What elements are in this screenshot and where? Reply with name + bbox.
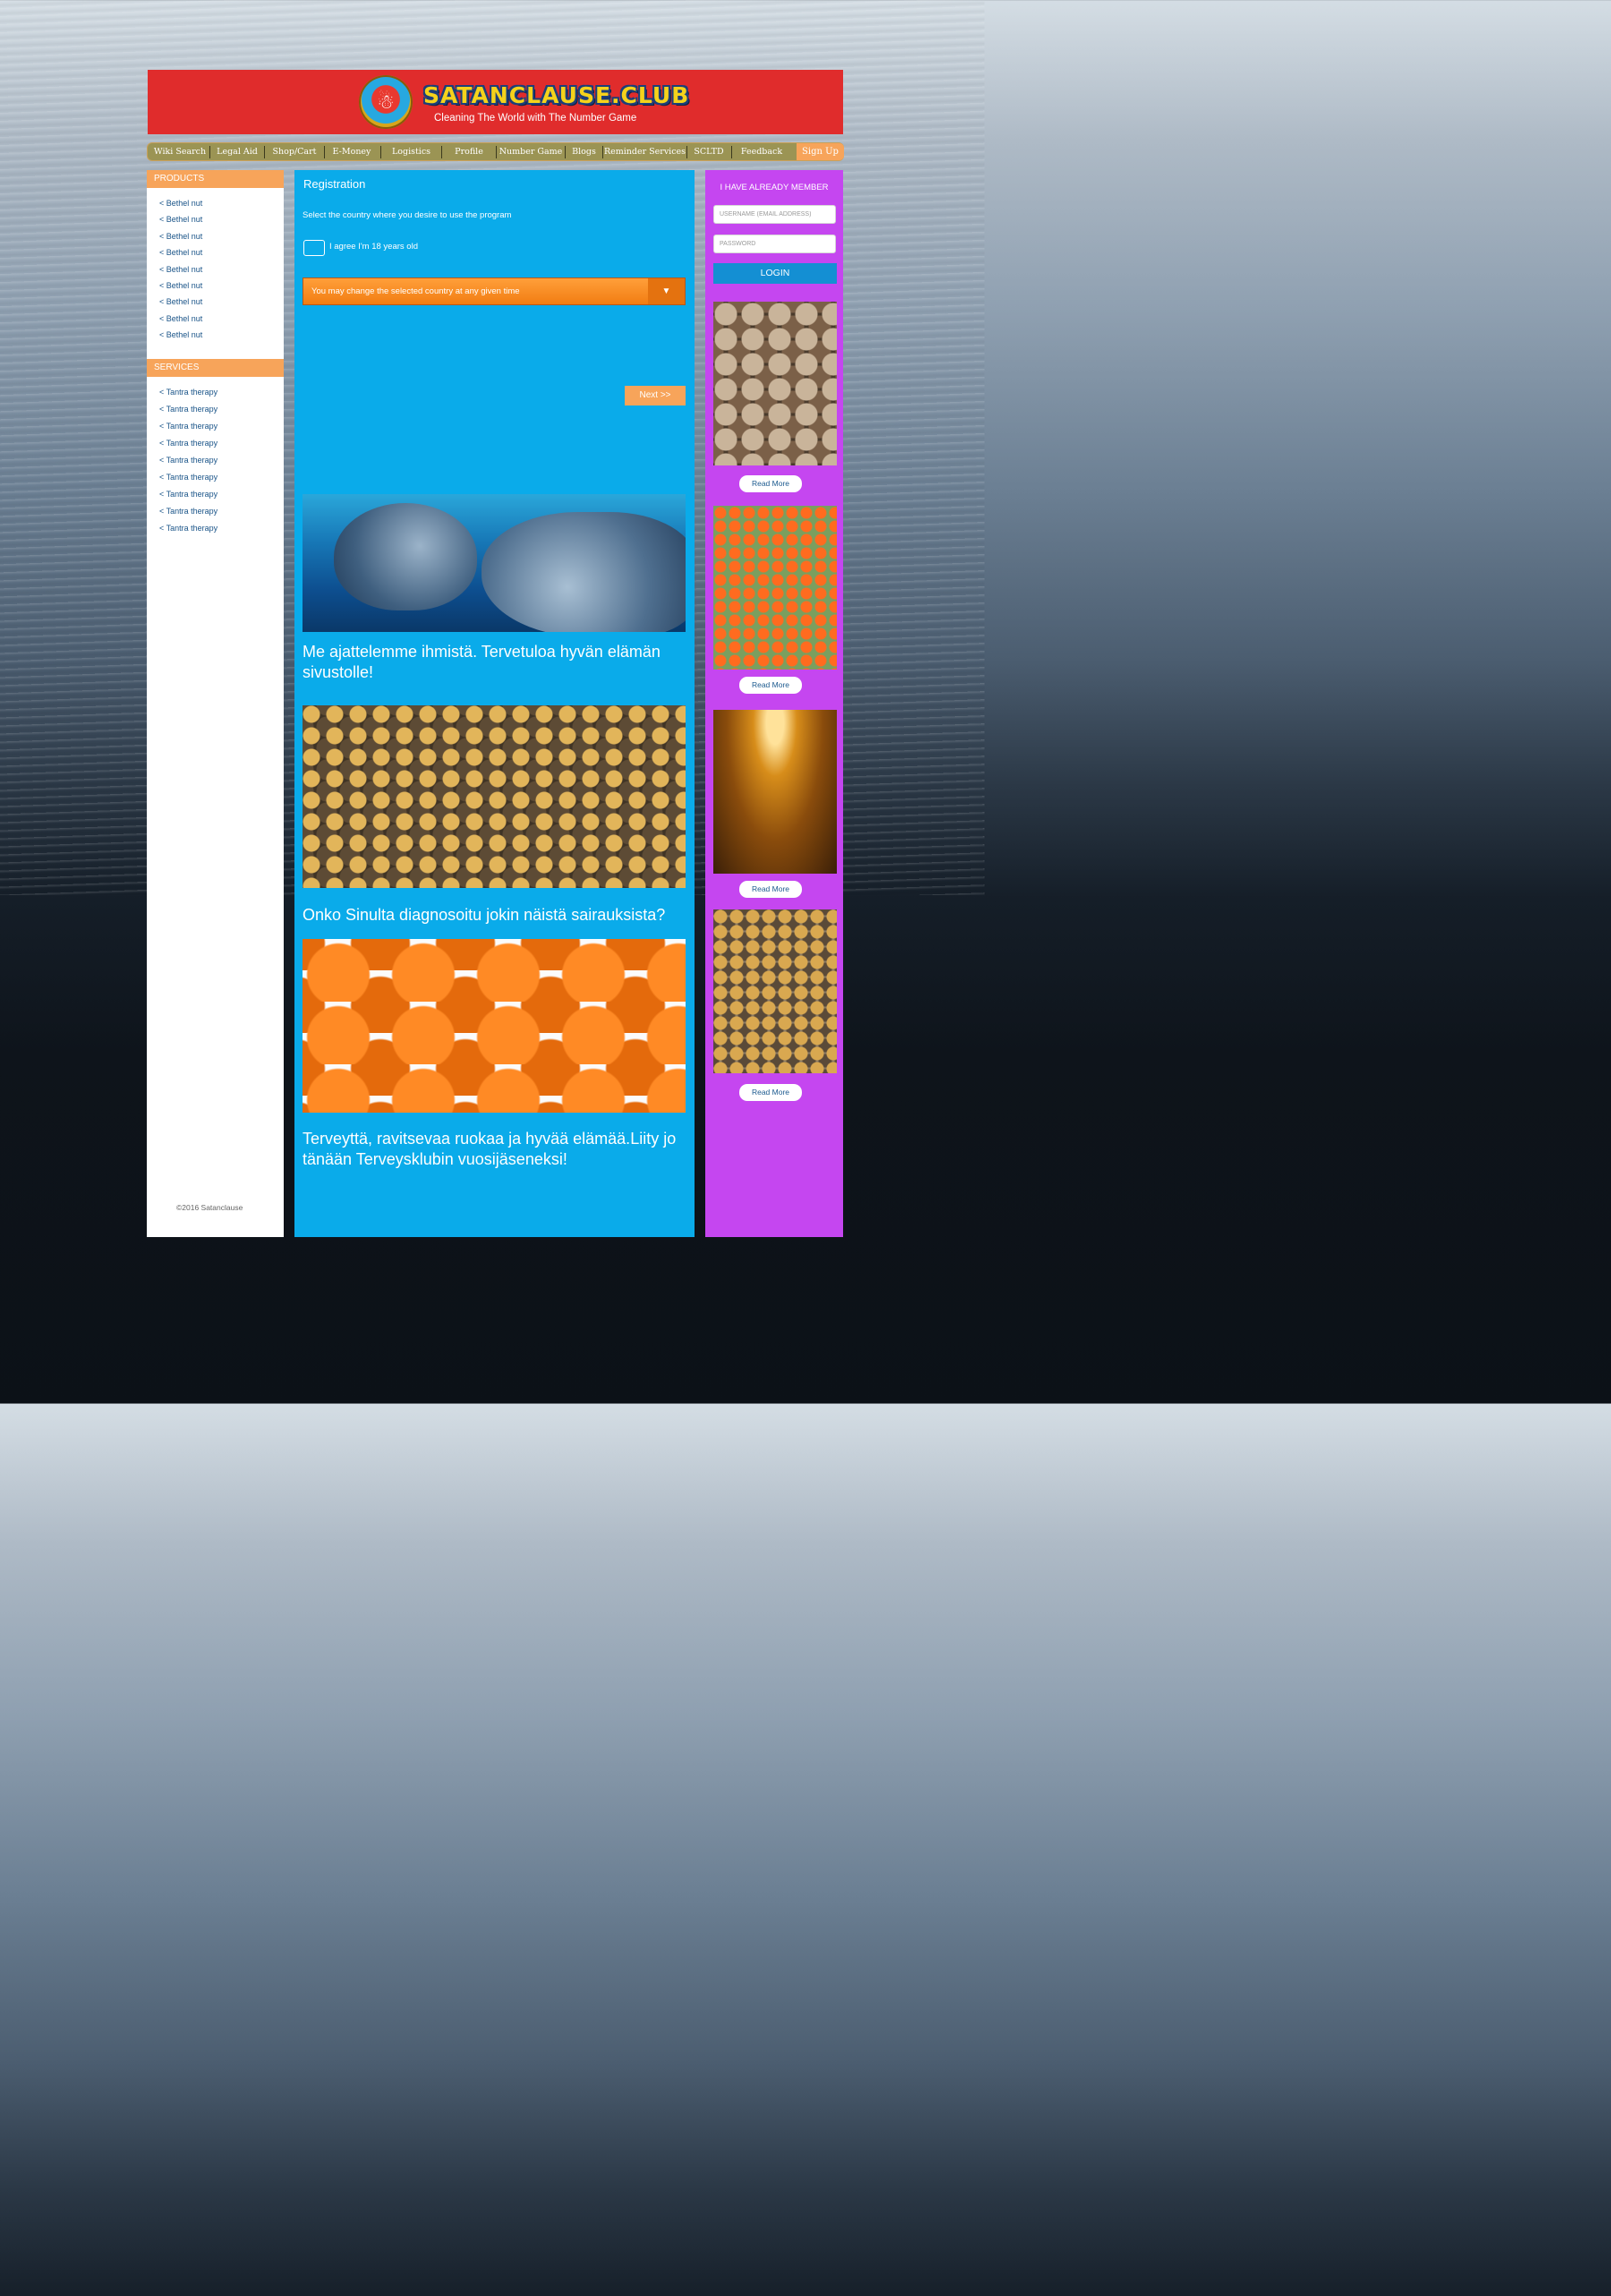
service-link[interactable]: < Tantra therapy <box>159 435 217 452</box>
promo-image-nuts-pile[interactable] <box>713 909 837 1073</box>
left-sidebar: PRODUCTS < Bethel nut < Bethel nut < Bet… <box>147 170 284 1237</box>
main-content: Registration Select the country where yo… <box>294 170 695 1237</box>
country-select-value: You may change the selected country at a… <box>311 286 520 296</box>
signup-button[interactable]: Sign Up <box>797 143 844 160</box>
login-title: I HAVE ALREADY MEMBER <box>720 183 829 192</box>
copyright: ©2016 Satanclause <box>176 1203 243 1212</box>
nav-item-number-game[interactable]: Number Game <box>497 143 565 160</box>
service-link[interactable]: < Tantra therapy <box>159 486 217 503</box>
nav-item-blogs[interactable]: Blogs <box>566 143 602 160</box>
promo-image-nuts[interactable] <box>713 302 837 465</box>
betel-nuts-image <box>303 705 686 888</box>
products-heading: PRODUCTS <box>147 170 284 188</box>
nav-item-feedback[interactable]: Feedback <box>732 143 791 160</box>
read-more-button[interactable]: Read More <box>739 1084 802 1101</box>
article-heading: Terveyttä, ravitsevaa ruokaa ja hyvää el… <box>303 1130 677 1168</box>
services-heading: SERVICES <box>147 359 284 377</box>
service-link[interactable]: < Tantra therapy <box>159 452 217 469</box>
product-link[interactable]: < Bethel nut <box>159 228 202 244</box>
product-link[interactable]: < Bethel nut <box>159 211 202 227</box>
service-link[interactable]: < Tantra therapy <box>159 503 217 520</box>
product-link[interactable]: < Bethel nut <box>159 277 202 294</box>
service-link[interactable]: < Tantra therapy <box>159 520 217 537</box>
read-more-button[interactable]: Read More <box>739 475 802 492</box>
read-more-button[interactable]: Read More <box>739 881 802 898</box>
products-list: < Bethel nut < Bethel nut < Bethel nut <… <box>159 195 202 344</box>
product-link[interactable]: < Bethel nut <box>159 195 202 211</box>
service-link[interactable]: < Tantra therapy <box>159 469 217 486</box>
service-link[interactable]: < Tantra therapy <box>159 401 217 418</box>
registration-title: Registration <box>303 177 366 191</box>
username-input[interactable] <box>713 205 836 224</box>
nav-item-legal-aid[interactable]: Legal Aid <box>210 143 264 160</box>
service-link[interactable]: < Tantra therapy <box>159 384 217 401</box>
product-link[interactable]: < Bethel nut <box>159 294 202 310</box>
next-button[interactable]: Next >> <box>625 386 686 405</box>
product-link[interactable]: < Bethel nut <box>159 327 202 343</box>
site-header: ☃ SATANCLAUSE.CLUB Cleaning The World wi… <box>148 70 843 134</box>
product-link[interactable]: < Bethel nut <box>159 244 202 260</box>
login-button[interactable]: LOGIN <box>713 263 837 284</box>
article-heading: Me ajattelemme ihmistä. Tervetuloa hyvän… <box>303 643 661 681</box>
password-input[interactable] <box>713 235 836 253</box>
age-checkbox-label: I agree I'm 18 years old <box>329 242 418 252</box>
article-heading: Onko Sinulta diagnosoitu jokin näistä sa… <box>303 906 666 924</box>
logo-badge[interactable]: ☃ <box>359 75 413 129</box>
country-select[interactable]: You may change the selected country at a… <box>303 277 686 305</box>
nav-item-profile[interactable]: Profile <box>442 143 496 160</box>
age-checkbox[interactable] <box>303 240 325 256</box>
services-list: < Tantra therapy < Tantra therapy < Tant… <box>159 384 217 537</box>
betel-fruits-image <box>303 939 686 1113</box>
dolphin-shape <box>482 512 686 632</box>
logo-icon: ☃ <box>377 90 395 113</box>
site-tagline: Cleaning The World with The Number Game <box>434 113 637 124</box>
nav-item-e-money[interactable]: E-Money <box>325 143 379 160</box>
site-logo-title[interactable]: SATANCLAUSE.CLUB <box>423 82 689 108</box>
nav-item-scltd[interactable]: SCLTD <box>687 143 730 160</box>
nav-item-wiki-search[interactable]: Wiki Search <box>150 143 209 160</box>
main-nav: Wiki Search Legal Aid Shop/Cart E-Money … <box>147 142 844 161</box>
nav-item-logistics[interactable]: Logistics <box>381 143 441 160</box>
product-link[interactable]: < Bethel nut <box>159 261 202 277</box>
promo-image-oil-therapy[interactable] <box>713 710 837 874</box>
dolphins-image <box>303 494 686 632</box>
nav-item-reminder-services[interactable]: Reminder Services <box>603 143 686 160</box>
promo-image-fruit-bunch[interactable] <box>713 506 837 670</box>
service-link[interactable]: < Tantra therapy <box>159 418 217 435</box>
dolphin-shape <box>334 503 477 610</box>
product-link[interactable]: < Bethel nut <box>159 311 202 327</box>
read-more-button[interactable]: Read More <box>739 677 802 694</box>
chevron-down-icon: ▼ <box>648 278 685 304</box>
nav-item-shop-cart[interactable]: Shop/Cart <box>265 143 324 160</box>
right-sidebar: I HAVE ALREADY MEMBER LOGIN Read More Re… <box>705 170 843 1237</box>
registration-description: Select the country where you desire to u… <box>303 210 512 220</box>
